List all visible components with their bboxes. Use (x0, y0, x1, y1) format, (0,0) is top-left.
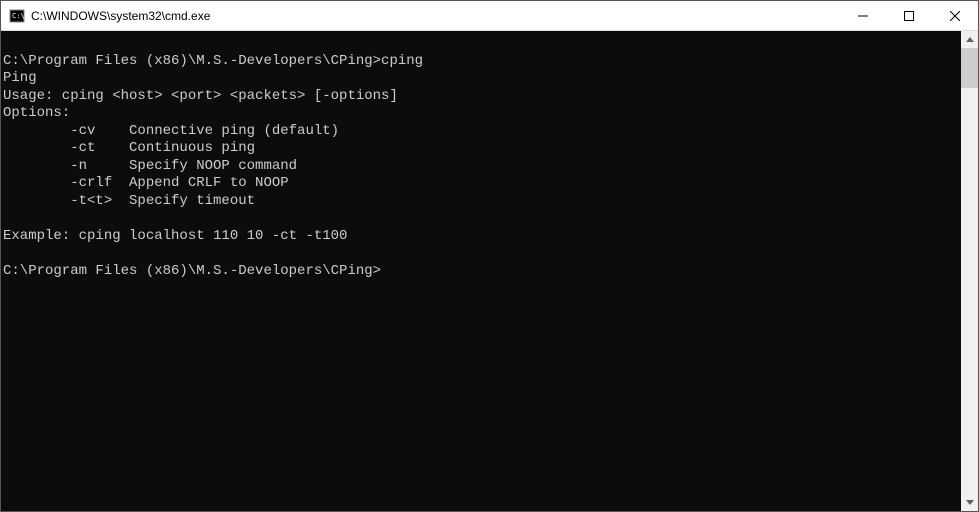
console-wrapper: C:\Program Files (x86)\M.S.-Developers\C… (1, 31, 978, 511)
cmd-icon: C:\ (9, 8, 25, 24)
scrollbar-track[interactable] (961, 48, 978, 494)
vertical-scrollbar[interactable] (961, 31, 978, 511)
scroll-down-button[interactable] (961, 494, 978, 511)
window-controls (840, 1, 978, 30)
window-titlebar: C:\ C:\WINDOWS\system32\cmd.exe (1, 1, 978, 31)
window-title: C:\WINDOWS\system32\cmd.exe (31, 9, 840, 23)
console-output[interactable]: C:\Program Files (x86)\M.S.-Developers\C… (1, 31, 961, 511)
minimize-button[interactable] (840, 1, 886, 30)
scroll-up-button[interactable] (961, 31, 978, 48)
maximize-button[interactable] (886, 1, 932, 30)
svg-text:C:\: C:\ (12, 12, 25, 20)
close-button[interactable] (932, 1, 978, 30)
scrollbar-thumb[interactable] (961, 48, 978, 88)
